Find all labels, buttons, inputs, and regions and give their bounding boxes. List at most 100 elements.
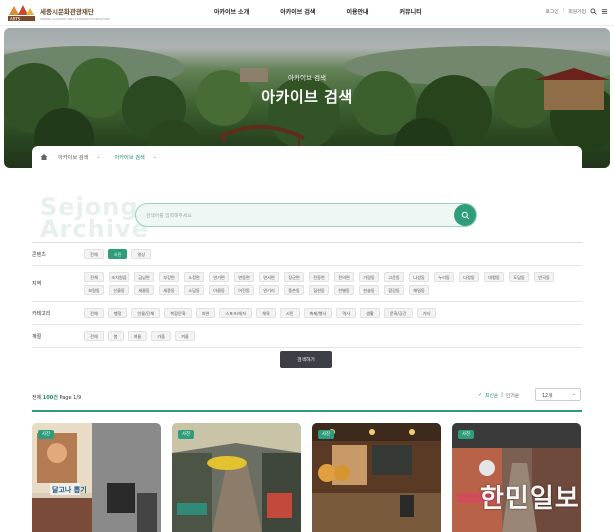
card-badge: 사진	[318, 430, 334, 439]
filter-chip-category[interactable]: 생활	[360, 308, 380, 318]
filter-chip-region[interactable]: 전의면	[334, 272, 354, 282]
filter-chip-region[interactable]: 연기면	[209, 272, 229, 282]
filter-chip-region[interactable]: 소정면	[184, 272, 204, 282]
search-button[interactable]	[454, 204, 476, 226]
logo[interactable]: ARTS 세종시문화관광재단 SEJONG CULTURE AND TOURIS…	[6, 3, 109, 23]
filter-chip-region[interactable]: 다정동	[459, 272, 479, 282]
filter-chip-region[interactable]: 가람동	[359, 272, 379, 282]
filter-chip-region[interactable]: 도담동	[509, 272, 529, 282]
filter-chip-region[interactable]: 반곡동	[534, 272, 554, 282]
filter-chip-category[interactable]: 역사	[336, 308, 357, 318]
card-photo: 달고나 뽑기	[32, 423, 161, 532]
search-input[interactable]	[146, 210, 446, 222]
result-card[interactable]: 사진	[312, 423, 441, 532]
breadcrumb-level1[interactable]: 아카이브 검색 ⌄	[58, 154, 101, 161]
card-photo	[312, 423, 441, 532]
per-page-select[interactable]: 12개 ⌄	[535, 388, 581, 401]
filter-era: 계절 전체 봄 여름 가을 겨울	[32, 325, 582, 348]
card-badge: 사진	[38, 430, 54, 439]
filter-chip-region[interactable]: 어진동	[234, 285, 254, 295]
filter-chip-era[interactable]: 가을	[151, 331, 172, 341]
filter-chip-region[interactable]: 장군면	[284, 272, 304, 282]
filter-chip-content[interactable]: 전체	[84, 249, 104, 259]
filter-chip-category[interactable]: 복합문화	[164, 308, 192, 318]
filter-chip-region[interactable]: 새롬동	[134, 285, 154, 295]
utility-menu: 로그인 | 회원가입	[545, 8, 608, 15]
login-link[interactable]: 로그인	[545, 8, 558, 15]
filter-chip-category[interactable]: 전체	[84, 308, 104, 318]
hero-subtitle: 아카이브 검색	[288, 74, 326, 82]
home-icon[interactable]	[40, 153, 48, 161]
card-sign-text: 달고나 뽑기	[52, 485, 87, 494]
filter-chip-category[interactable]: 자연	[195, 308, 216, 318]
sort-popular[interactable]: 인기순	[506, 392, 519, 399]
filter-chip-region[interactable]: 나성동	[409, 272, 429, 282]
chevron-down-icon: ⌄	[96, 154, 101, 160]
card-badge: 사진	[458, 430, 474, 439]
filter-chip-region[interactable]: 대평동	[484, 272, 504, 282]
filter-chip-region[interactable]: 금남면	[134, 272, 154, 282]
menu-icon[interactable]	[601, 8, 608, 15]
filter-chip-region[interactable]: 보람동	[84, 285, 104, 295]
logo-subtitle: SEJONG CULTURE AND TOURISM FOUNDATION	[40, 16, 110, 21]
filter-chip-era[interactable]: 봄	[107, 331, 124, 341]
archive-watermark: Sejong Archive	[40, 193, 149, 243]
filter-chip-region[interactable]: 연동면	[234, 272, 254, 282]
filter-chip-era[interactable]: 겨울	[175, 331, 195, 341]
filter-chip-era[interactable]: 여름	[127, 331, 148, 341]
sort-latest[interactable]: 최신순	[485, 392, 498, 399]
filter-chip-region[interactable]: 한별동	[334, 285, 354, 295]
search-icon[interactable]	[590, 8, 597, 15]
filter-label: 계절	[32, 334, 42, 340]
result-bar: 전체 100건 Page 1/9 ✓ 최신순 | 인기순 12개 ⌄	[32, 388, 582, 412]
filter-chip-region[interactable]: 누리동	[434, 272, 454, 282]
filter-chip-region[interactable]: 아름동	[209, 285, 229, 295]
nav-community[interactable]: 커뮤니티	[400, 7, 422, 16]
check-icon: ✓	[478, 393, 483, 398]
nav-guide[interactable]: 이용안내	[346, 7, 368, 16]
card-badge: 사진	[178, 430, 194, 439]
filter-chip-region[interactable]: 전체	[84, 272, 104, 282]
filter-chip-category[interactable]: 축제/행사	[303, 308, 333, 318]
filter-chip-era[interactable]: 전체	[84, 331, 104, 341]
search-box	[135, 203, 477, 227]
filter-chip-content[interactable]: 영상	[131, 249, 152, 259]
result-card[interactable]: 달고나 뽑기 사진	[32, 423, 161, 532]
filter-chip-region[interactable]: 한솔동	[359, 285, 379, 295]
filter-chip-region[interactable]: 종촌동	[284, 285, 304, 295]
filter-chip-category[interactable]: 시민	[279, 308, 300, 318]
hero-title: 아카이브 검색	[261, 88, 353, 106]
filter-chip-category[interactable]: 인물/단체	[131, 308, 161, 318]
breadcrumb-level2[interactable]: 아카이브 검색 ⌄	[115, 154, 158, 161]
logo-title: 세종시문화관광재단	[40, 7, 94, 16]
filter-chip-region[interactable]: 전동면	[309, 272, 329, 282]
filter-chip-category[interactable]: 문화/공간	[383, 308, 413, 318]
filter-chip-region[interactable]: 조치원읍	[109, 272, 129, 282]
filter-chip-region[interactable]: 소담동	[184, 285, 204, 295]
site-header: ARTS 세종시문화관광재단 SEJONG CULTURE AND TOURIS…	[0, 0, 614, 26]
main-nav: 아카이브 소개 아카이브 검색 이용안내 커뮤니티	[214, 7, 453, 16]
filter-chip-category[interactable]: 체육	[256, 308, 276, 318]
svg-text:ARTS: ARTS	[10, 16, 21, 21]
filter-chip-region[interactable]: 부강면	[159, 272, 179, 282]
filter-chip-region[interactable]: 연서면	[259, 272, 279, 282]
filter-chip-region[interactable]: 집현동	[309, 285, 329, 295]
filter-chip-region[interactable]: 연기리	[259, 285, 279, 295]
filter-chip-region[interactable]: 해밀동	[409, 285, 429, 295]
sort-options: ✓ 최신순 | 인기순	[478, 392, 520, 399]
filter-chip-region[interactable]: 고운동	[384, 272, 404, 282]
filter-chip-category[interactable]: 스포츠/레저	[219, 308, 253, 318]
filter-chip-region[interactable]: 산울동	[109, 285, 129, 295]
filter-content: 콘텐츠 전체 사진 영상	[32, 243, 582, 266]
join-link[interactable]: 회원가입	[568, 8, 586, 15]
filter-category: 카테고리 전체 행정 인물/단체 복합문화 자연 스포츠/레저 체육 시민 축제/행사 역사 생활 문…	[32, 302, 582, 325]
filter-chip-region[interactable]: 합강동	[384, 285, 404, 295]
nav-archive-search[interactable]: 아카이브 검색	[280, 7, 315, 16]
filter-chip-content[interactable]: 사진	[107, 249, 128, 259]
filter-chip-region[interactable]: 세종동	[159, 285, 179, 295]
filter-chip-category[interactable]: 행정	[107, 308, 128, 318]
nav-archive-intro[interactable]: 아카이브 소개	[214, 7, 249, 16]
search-submit-button[interactable]: 검색하기	[280, 351, 332, 368]
result-card[interactable]: 사진	[172, 423, 301, 532]
filter-chip-category[interactable]: 기타	[416, 308, 437, 318]
